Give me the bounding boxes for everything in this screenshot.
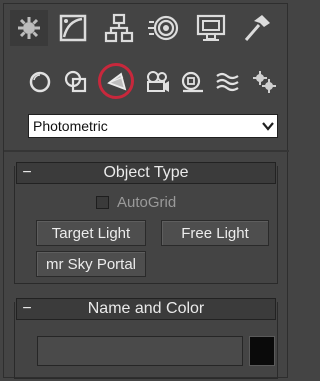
tab-modify[interactable] [54,10,92,46]
systems-icon [253,71,276,93]
autogrid-checkbox[interactable] [96,196,109,209]
utilities-icon [244,15,270,41]
tab-motion[interactable] [144,10,182,46]
category-shapes[interactable] [60,64,92,100]
motion-icon [148,15,179,41]
category-systems[interactable] [248,64,280,100]
shapes-icon [64,70,87,93]
free-light-button[interactable]: Free Light [161,220,269,246]
command-panel-tabs [4,4,289,54]
autogrid-label: AutoGrid [117,194,177,211]
target-light-button[interactable]: Target Light [36,220,146,246]
chevron-down-icon [259,115,277,137]
mr-sky-portal-button[interactable]: mr Sky Portal [36,251,146,277]
create-icon [18,17,40,39]
object-type-title: Object Type [103,164,189,181]
name-and-color-title: Name and Color [87,300,205,317]
category-geometry[interactable] [24,64,56,100]
tab-utilities[interactable] [238,10,276,46]
panel-divider [4,150,289,152]
space-warps-icon [216,72,239,92]
modify-icon [59,14,87,42]
lights-icon [107,72,127,91]
category-helpers[interactable] [176,64,208,100]
hierarchy-icon [104,13,134,43]
tab-display[interactable] [192,10,230,46]
display-icon [196,14,226,41]
geometry-icon [29,71,51,93]
tab-hierarchy[interactable] [100,10,138,46]
object-type-rollout-header[interactable]: − Object Type [16,162,276,184]
object-category-row [4,60,289,106]
collapse-icon: − [22,300,32,317]
category-lights[interactable] [98,63,134,100]
light-type-value: Photometric [33,118,108,134]
category-cameras[interactable] [141,64,173,100]
command-panel: Photometric − Object Type AutoGrid Targe… [3,3,289,379]
collapse-icon: − [22,164,32,181]
cameras-icon [147,71,169,92]
object-color-swatch[interactable] [249,336,275,366]
helpers-icon [181,71,203,93]
light-type-dropdown[interactable]: Photometric [28,114,278,138]
tab-create[interactable] [10,10,48,46]
category-space-warps[interactable] [212,64,244,100]
name-and-color-rollout-header[interactable]: − Name and Color [16,298,276,320]
object-name-field[interactable] [37,336,243,366]
